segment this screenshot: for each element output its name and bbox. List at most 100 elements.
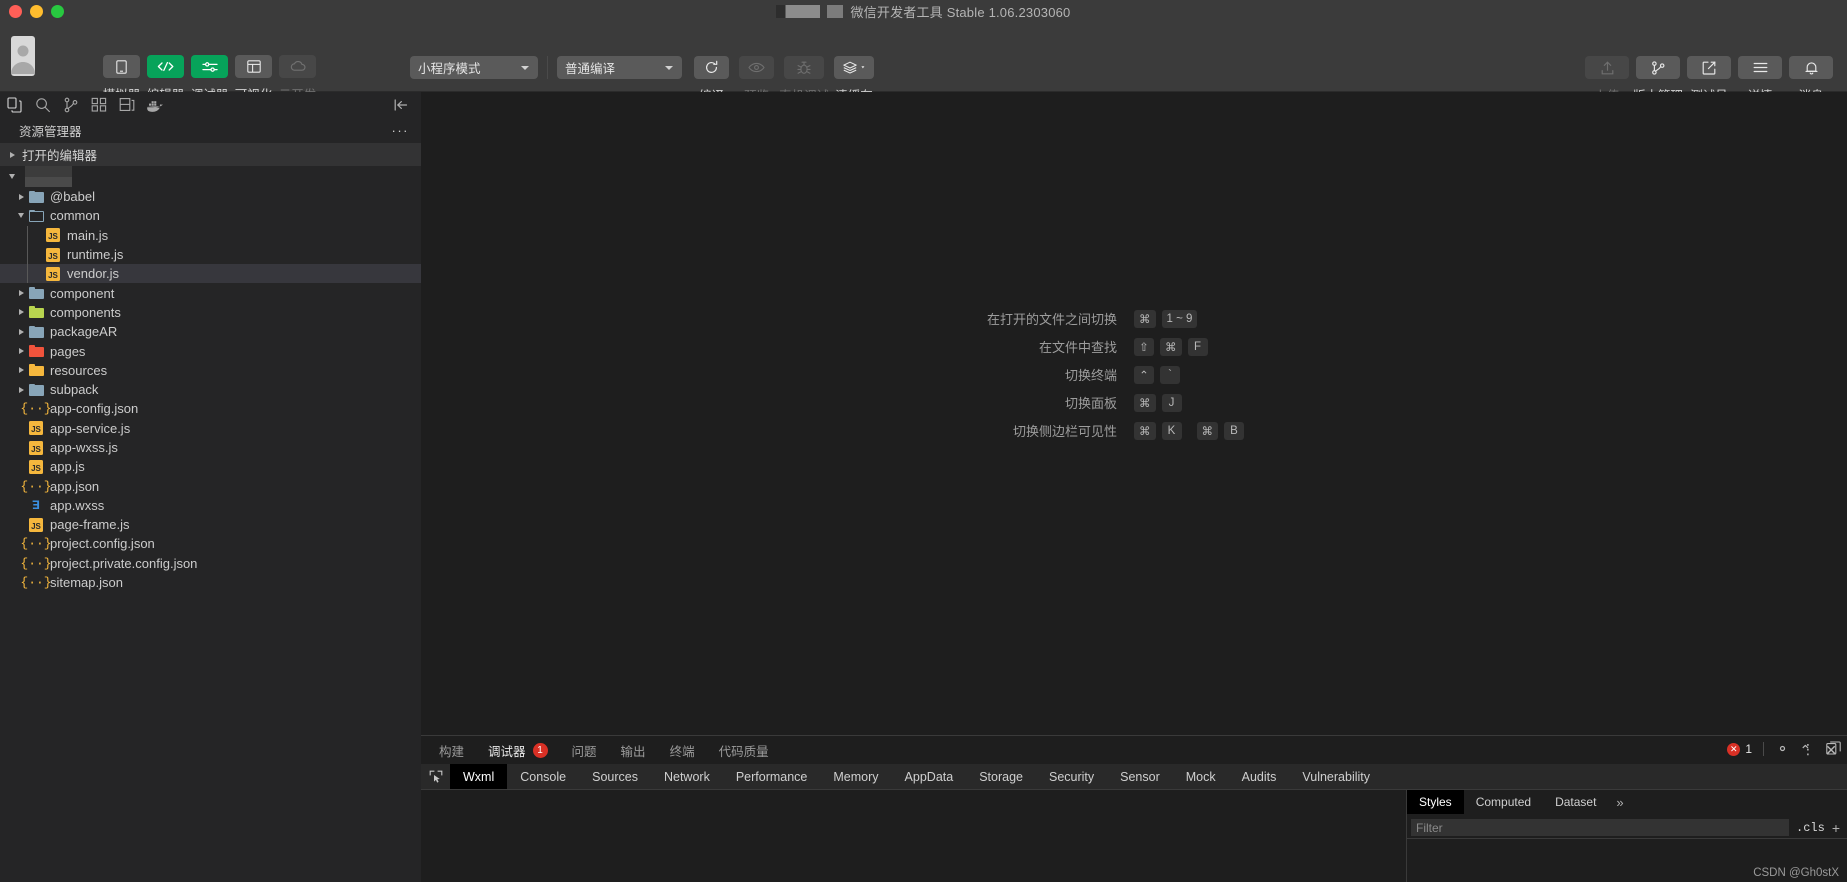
devtools-tab[interactable]: Console: [507, 764, 579, 789]
main-toolbar: 模拟器 编辑器: [0, 23, 1847, 103]
cloud-icon: [279, 55, 316, 78]
shortcut-keys: ⌃ `: [1134, 365, 1554, 384]
wxml-tree-pane[interactable]: [421, 790, 1407, 882]
inspect-element-icon[interactable]: [421, 764, 450, 789]
styles-tab[interactable]: Dataset: [1543, 790, 1608, 814]
tree-file-row[interactable]: JS app-service.js: [0, 419, 421, 438]
keyboard-key: `: [1160, 365, 1180, 384]
shortcut-row: 在打开的文件之间切换 ⌘ 1 ~ 9: [421, 309, 1847, 328]
mode-select[interactable]: 小程序模式: [410, 56, 538, 79]
folder-open-icon: [28, 208, 44, 224]
panel-tab[interactable]: 问题: [572, 741, 597, 760]
divider: [1763, 742, 1764, 756]
tree-file-row[interactable]: JS runtime.js: [0, 245, 421, 264]
tree-file-row[interactable]: {··} app-config.json: [0, 399, 421, 418]
tree-file-row[interactable]: Ǝapp.wxss: [0, 496, 421, 515]
styles-filter-input[interactable]: [1411, 819, 1789, 836]
panel-tab[interactable]: 输出: [621, 741, 646, 760]
shortcut-row: 切换面板 ⌘ J: [421, 393, 1847, 412]
tree-folder-row[interactable]: subpack: [0, 380, 421, 399]
tree-file-row[interactable]: JS main.js: [0, 226, 421, 245]
devtools-tab[interactable]: AppData: [892, 764, 967, 789]
plus-icon[interactable]: +: [1832, 820, 1847, 836]
panel-tab[interactable]: 构建: [439, 741, 464, 760]
tree-item-label: app.js: [50, 459, 85, 475]
section-open-editors[interactable]: 打开的编辑器: [0, 143, 421, 166]
twisty-placeholder: [14, 498, 28, 512]
layout-panel-icon[interactable]: [113, 92, 141, 118]
tree-file-row[interactable]: {··} project.config.json: [0, 534, 421, 553]
panel-tab[interactable]: 终端: [670, 741, 695, 760]
layout-icon: [235, 55, 272, 78]
tree-file-row[interactable]: {··} app.json: [0, 476, 421, 495]
devtools-tab[interactable]: Vulnerability: [1289, 764, 1383, 789]
sidebar-title: 资源管理器: [19, 125, 82, 139]
dock-panel-icon[interactable]: [1826, 741, 1841, 757]
tree-file-row[interactable]: JS app.js: [0, 457, 421, 476]
gear-icon[interactable]: [1775, 741, 1790, 758]
tree-file-row[interactable]: JS vendor.js: [0, 264, 421, 284]
styles-tab-bar: Styles Computed Dataset»: [1407, 790, 1847, 814]
editor-welcome-area: 在打开的文件之间切换 ⌘ 1 ~ 9 在文件中查找 ⇧ ⌘ F 切换终端 ⌃ ` 切换面板 ⌘ J 切换侧…: [421, 92, 1847, 735]
app-window: 微信开发者工具 Stable 1.06.2303060 模拟器: [0, 0, 1847, 882]
shortcut-row: 切换终端 ⌃ `: [421, 365, 1847, 384]
sliders-icon: [191, 55, 228, 78]
chevron-right-icon: [14, 325, 28, 339]
tree-folder-row[interactable]: components: [0, 303, 421, 322]
shortcut-label: 切换终端: [1064, 368, 1117, 383]
more-vertical-icon[interactable]: ⋮: [1801, 742, 1815, 756]
section-project-root[interactable]: [0, 166, 421, 187]
devtools-tab[interactable]: Network: [651, 764, 723, 789]
tree-folder-row[interactable]: pages: [0, 341, 421, 360]
compile-mode-select[interactable]: 普通编译: [557, 56, 682, 79]
tree-item-label: vendor.js: [67, 266, 120, 282]
user-avatar-icon[interactable]: [11, 36, 35, 76]
git-branch-icon: [1636, 56, 1680, 79]
devtools-tab[interactable]: Sources: [579, 764, 651, 789]
error-indicator[interactable]: ✕ 1: [1727, 742, 1752, 756]
maximize-window-button[interactable]: [51, 5, 64, 18]
tree-file-row[interactable]: {··} project.private.config.json: [0, 554, 421, 573]
devtools-tab[interactable]: Sensor: [1107, 764, 1173, 789]
styles-tab[interactable]: Styles: [1407, 790, 1464, 814]
json-file-icon: {··}: [20, 536, 52, 552]
devtools-tab[interactable]: Security: [1036, 764, 1107, 789]
tree-folder-row[interactable]: component: [0, 283, 421, 302]
panel-tab[interactable]: 代码质量: [719, 741, 769, 760]
keyboard-key: B: [1224, 421, 1244, 440]
shortcut-label: 在文件中查找: [1038, 340, 1117, 355]
collapse-sidebar-icon[interactable]: [387, 92, 415, 118]
js-file-icon: JS: [28, 459, 44, 475]
folder-icon: [28, 304, 44, 320]
devtools-tab[interactable]: Performance: [723, 764, 821, 789]
tree-folder-row[interactable]: @babel: [0, 187, 421, 206]
tree-folder-row[interactable]: common: [0, 206, 421, 225]
devtools-tab[interactable]: Memory: [820, 764, 891, 789]
devtools-tab[interactable]: Mock: [1173, 764, 1229, 789]
close-window-button[interactable]: [9, 5, 22, 18]
redacted-block: [25, 177, 72, 187]
extensions-icon[interactable]: [85, 92, 113, 118]
panel-tab[interactable]: 调试器 1: [488, 741, 548, 760]
devtools-tab[interactable]: Storage: [966, 764, 1036, 789]
shortcut-row: 切换侧边栏可见性 ⌘ K ⌘ B: [421, 421, 1847, 440]
error-count: 1: [1745, 742, 1752, 756]
panel-tab-label: 构建: [439, 744, 465, 759]
source-control-icon[interactable]: [57, 92, 85, 118]
styles-tab[interactable]: Computed: [1464, 790, 1543, 814]
tree-folder-row[interactable]: resources: [0, 361, 421, 380]
sidebar-more-actions[interactable]: ···: [392, 123, 410, 138]
keyboard-key: ⌃: [1134, 365, 1154, 384]
search-icon[interactable]: [29, 92, 57, 118]
explorer-icon[interactable]: [1, 92, 29, 118]
devtools-tab[interactable]: Wxml: [450, 764, 508, 789]
docker-icon[interactable]: [141, 92, 169, 118]
chevron-double-right-icon[interactable]: »: [1608, 790, 1631, 814]
tree-file-row[interactable]: JS page-frame.js: [0, 515, 421, 534]
tree-file-row[interactable]: {··} sitemap.json: [0, 573, 421, 592]
tree-folder-row[interactable]: packageAR: [0, 322, 421, 341]
devtools-tab[interactable]: Audits: [1229, 764, 1290, 789]
minimize-window-button[interactable]: [30, 5, 43, 18]
toggle-class-button[interactable]: .cls: [1789, 821, 1832, 835]
tree-file-row[interactable]: JS app-wxss.js: [0, 438, 421, 457]
